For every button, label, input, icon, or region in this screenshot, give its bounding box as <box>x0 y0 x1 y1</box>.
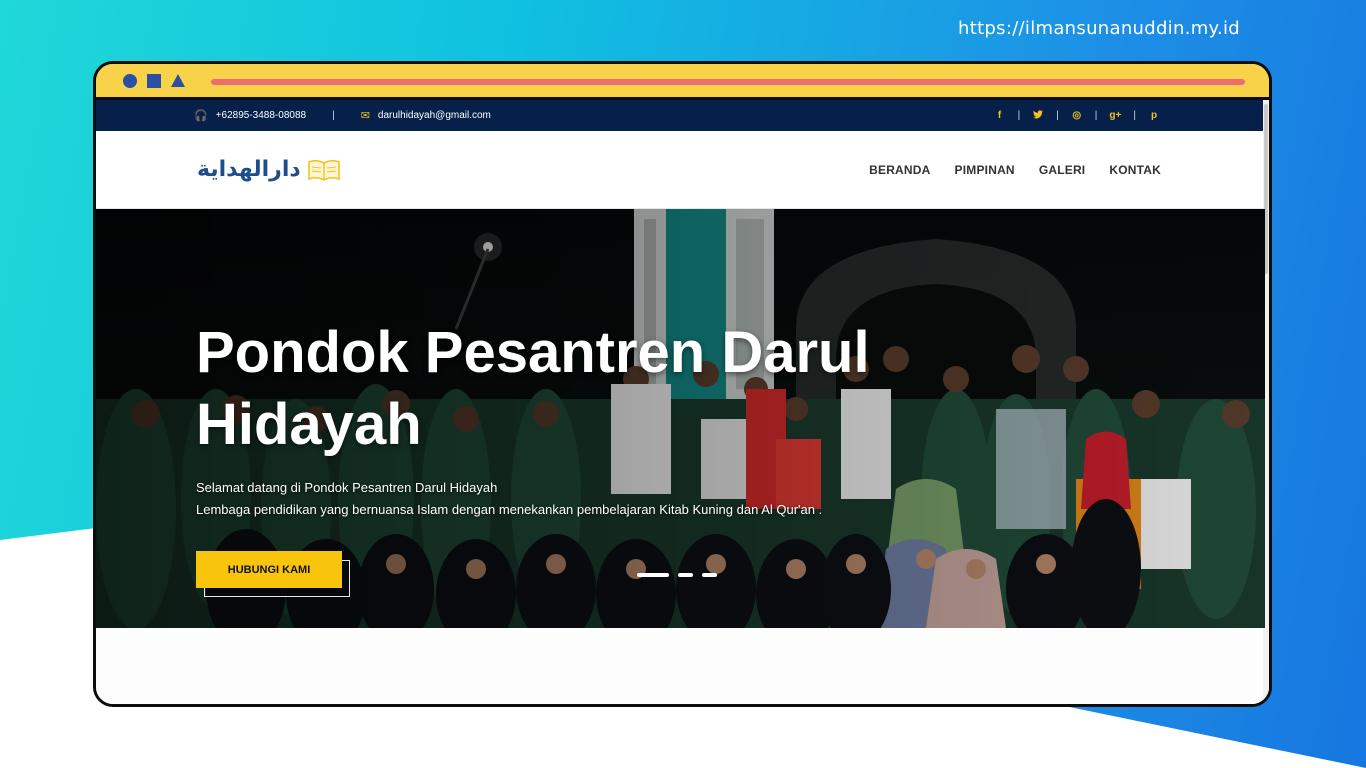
site-logo[interactable]: دارالهداية <box>197 157 341 182</box>
slider-dot-2[interactable] <box>678 573 693 577</box>
slider-dot-1[interactable] <box>637 573 669 577</box>
hero-slider: Pondok Pesantren Darul Hidayah Selamat d… <box>96 209 1265 628</box>
hero-subtitle: Selamat datang di Pondok Pesantren Darul… <box>196 477 822 521</box>
cta-wrapper: HUBUNGI KAMI <box>196 551 350 597</box>
separator: | <box>1017 110 1021 121</box>
menu-beranda[interactable]: BERANDA <box>869 163 930 177</box>
email-address: darulhidayah@gmail.com <box>377 110 491 121</box>
phone-contact[interactable]: 🎧 +62895-3488-08088 <box>194 109 306 122</box>
email-contact[interactable]: ✉ darulhidayah@gmail.com <box>361 109 491 122</box>
envelope-icon: ✉ <box>360 110 370 122</box>
phone-number: +62895-3488-08088 <box>215 110 307 121</box>
facebook-icon[interactable]: f <box>993 110 1007 121</box>
browser-titlebar <box>96 64 1269 100</box>
separator: | <box>1133 110 1136 121</box>
separator: | <box>1056 110 1059 121</box>
hubungi-kami-button[interactable]: HUBUNGI KAMI <box>196 551 342 588</box>
twitter-icon[interactable] <box>1031 109 1045 122</box>
social-links: f | | ◎ | g+ | p <box>993 109 1161 122</box>
triangle-icon <box>171 74 185 87</box>
circle-icon <box>123 73 137 88</box>
slider-dot-3[interactable] <box>702 573 717 577</box>
main-navbar: دارالهداية BERANDA PIMPINAN GALERI KONTA… <box>96 131 1265 209</box>
separator: | <box>332 110 335 121</box>
site-url: https://ilmansunanuddin.my.id <box>958 18 1240 39</box>
slider-indicators <box>637 573 726 577</box>
main-menu: BERANDA PIMPINAN GALERI KONTAK <box>845 163 1161 177</box>
open-book-icon <box>307 159 340 181</box>
browser-window: 🎧 +62895-3488-08088 | ✉ darulhidayah@gma… <box>93 61 1272 707</box>
hero-title: Pondok Pesantren Darul Hidayah <box>196 320 870 457</box>
pinterest-icon[interactable]: p <box>1147 110 1161 121</box>
hero-subtitle-line-1: Selamat datang di Pondok Pesantren Darul… <box>196 480 498 495</box>
google-plus-icon[interactable]: g+ <box>1108 110 1122 121</box>
square-icon <box>147 73 161 88</box>
menu-kontak[interactable]: KONTAK <box>1109 163 1161 177</box>
dribbble-icon[interactable]: ◎ <box>1070 110 1084 121</box>
headphones-icon: 🎧 <box>194 110 208 122</box>
hero-subtitle-line-2: Lembaga pendidikan yang bernuansa Islam … <box>196 502 823 517</box>
logo-text: دارالهداية <box>197 157 301 182</box>
separator: | <box>1094 110 1098 121</box>
page-viewport: 🎧 +62895-3488-08088 | ✉ darulhidayah@gma… <box>96 100 1269 704</box>
menu-pimpinan[interactable]: PIMPINAN <box>955 163 1015 177</box>
contact-topbar: 🎧 +62895-3488-08088 | ✉ darulhidayah@gma… <box>96 100 1265 131</box>
address-bar <box>211 79 1245 85</box>
menu-galeri[interactable]: GALERI <box>1039 163 1086 177</box>
